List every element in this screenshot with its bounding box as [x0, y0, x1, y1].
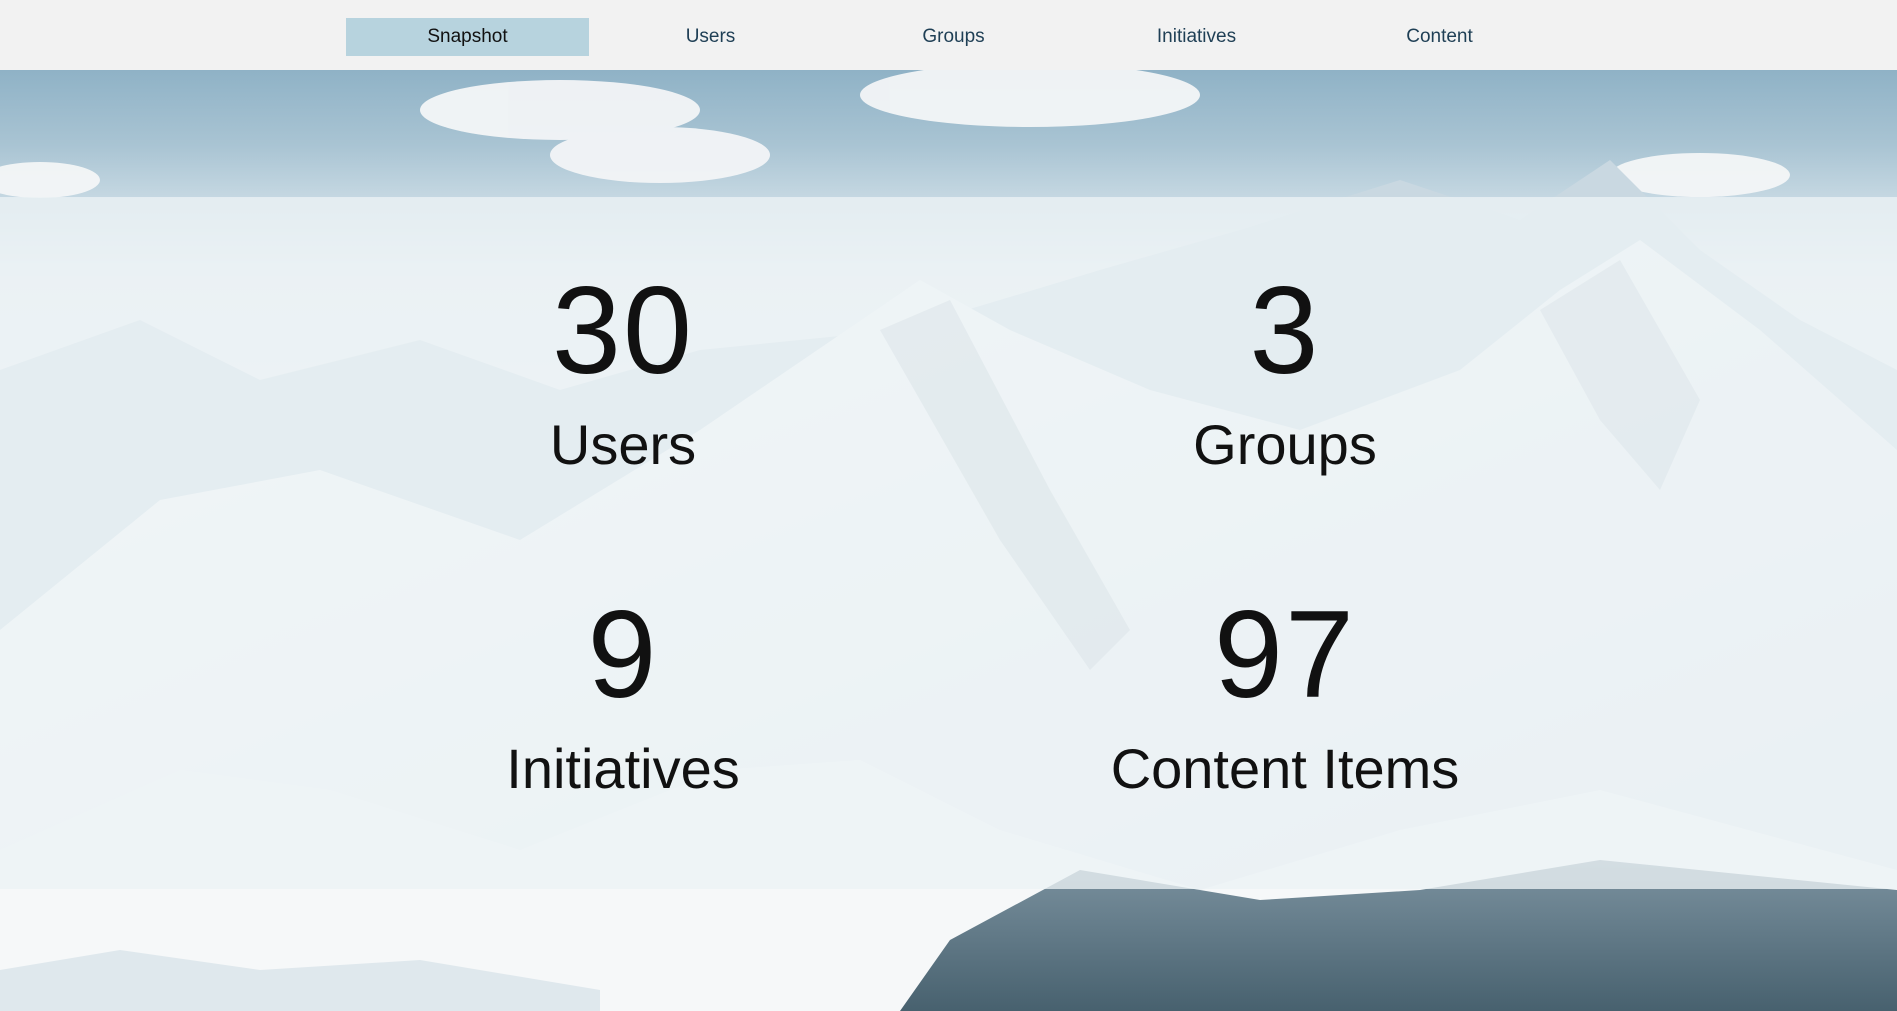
groups-stat: 3 Groups [1035, 269, 1535, 473]
tab-initiatives[interactable]: Initiatives [1075, 18, 1318, 56]
content-items-label: Content Items [1110, 737, 1460, 800]
tab-content[interactable]: Content [1318, 18, 1561, 56]
initiatives-label: Initiatives [506, 737, 740, 800]
content-items-count: 97 [1214, 586, 1356, 724]
users-stat: 30 Users [373, 269, 873, 473]
snapshot-stats-panel: 30 Users 3 Groups 9 Initiatives 97 Conte… [0, 197, 1897, 889]
initiatives-count: 9 [587, 586, 659, 724]
content-items-stat: 97 Content Items [1035, 593, 1535, 797]
users-label: Users [549, 413, 697, 476]
initiatives-stat: 9 Initiatives [373, 593, 873, 797]
tab-users[interactable]: Users [589, 18, 832, 56]
clouds [0, 70, 1790, 198]
tab-groups[interactable]: Groups [832, 18, 1075, 56]
users-count: 30 [552, 262, 694, 400]
top-navigation: Snapshot Users Groups Initiatives Conten… [0, 0, 1897, 70]
groups-label: Groups [1193, 413, 1377, 476]
tab-snapshot[interactable]: Snapshot [346, 18, 589, 56]
groups-count: 3 [1249, 262, 1321, 400]
